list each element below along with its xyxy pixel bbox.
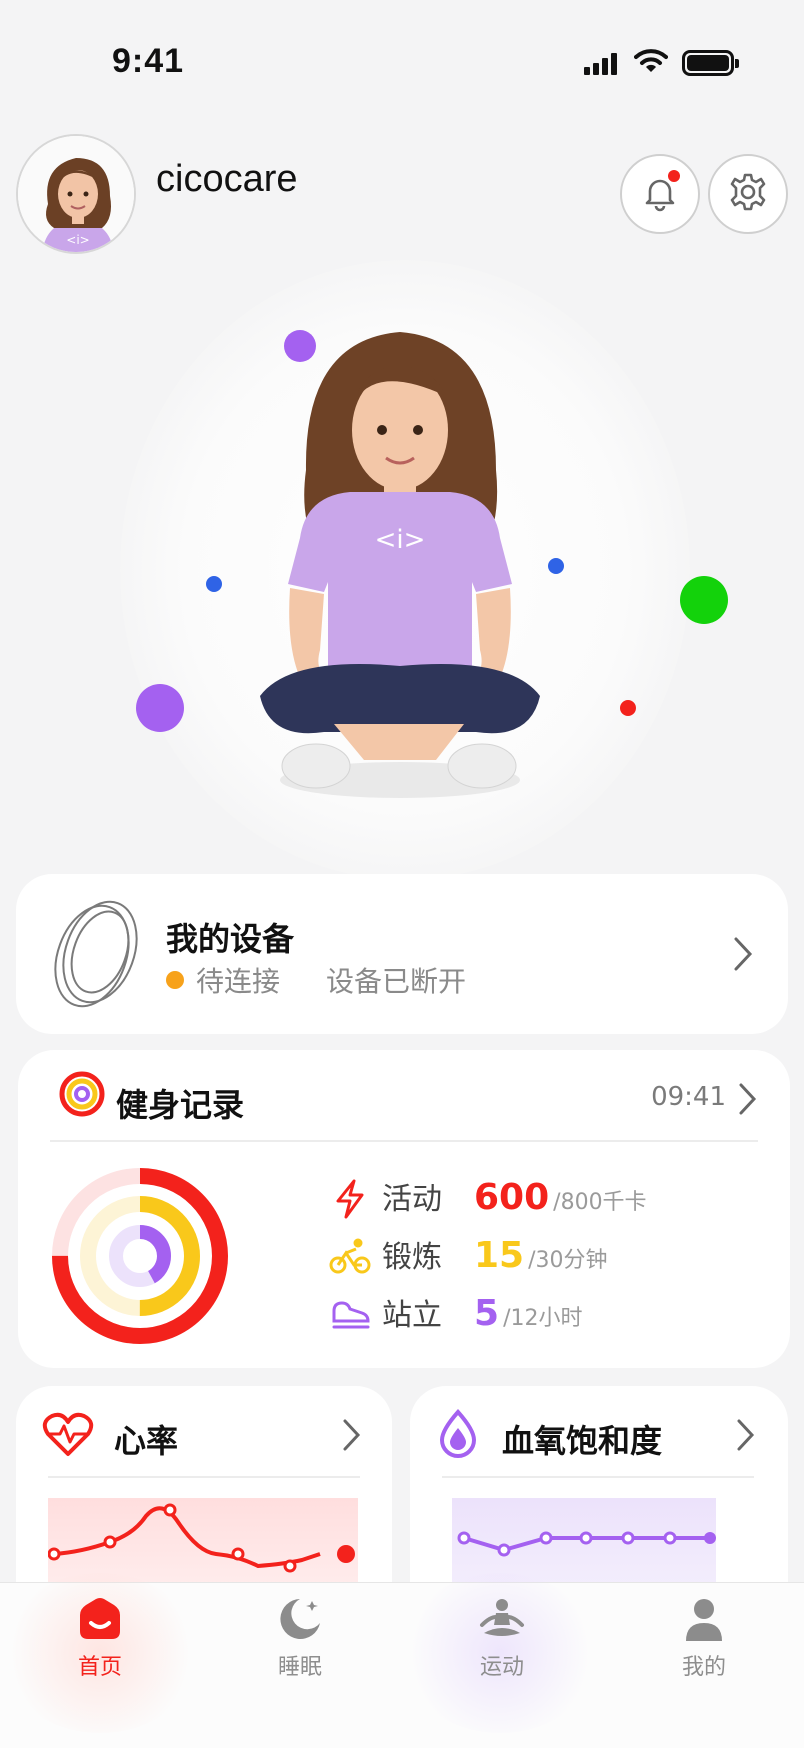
tab-label: 运动 [479,1655,524,1680]
avatar[interactable]: <i> [16,134,136,254]
battery-icon [682,50,739,76]
bicycle-icon [328,1235,372,1279]
chevron-right-icon [738,1082,758,1120]
device-status: 待连接 设备已断开 [166,960,466,1000]
settings-button[interactable] [708,154,788,234]
heart-pulse-icon [42,1410,94,1462]
divider [50,1140,758,1142]
tab-bar: 首页 睡眠 运动 我的 [0,1573,804,1748]
metric-value: 5 [474,1293,500,1334]
username: cicocare [156,158,298,200]
moon-icon [276,1599,324,1645]
device-card[interactable]: 我的设备 待连接 设备已断开 [16,874,788,1034]
activity-rings-chart [52,1168,228,1344]
decor-dot [680,576,728,624]
fitness-title: 健身记录 [116,1086,245,1124]
person-icon [680,1599,728,1645]
profile-header: <i> cicocare [16,134,788,256]
metric-row-activity: 活动 600 /800千卡 [328,1174,647,1224]
lightning-icon [328,1177,372,1221]
device-title: 我的设备 [166,920,295,958]
connection-status: 待连接 [196,965,281,998]
status-time: 9:41 [112,42,185,80]
heart-rate-title: 心率 [114,1422,179,1460]
svg-text:<i>: <i> [66,233,89,247]
metric-label: 活动 [382,1182,442,1217]
signal-icon [584,51,620,75]
tab-sleep[interactable]: 睡眠 [240,1597,360,1681]
divider [442,1476,754,1478]
tab-label: 睡眠 [277,1655,322,1680]
metric-value: 15 [474,1235,525,1276]
tab-profile[interactable]: 我的 [644,1597,764,1681]
chevron-right-icon [732,936,754,976]
home-icon [76,1598,124,1645]
wifi-icon [634,48,668,78]
metric-row-stand: 站立 5 /12小时 [328,1290,582,1340]
activity-rings-icon [58,1070,106,1122]
chevron-right-icon [342,1418,362,1456]
gear-icon [727,171,769,217]
metric-row-exercise: 锻炼 15 /30分钟 [328,1232,608,1282]
metric-unit: /30分钟 [528,1248,608,1273]
metric-unit: /12小时 [503,1306,583,1331]
fitness-time: 09:41 [651,1082,726,1112]
meditation-icon [478,1599,526,1645]
metric-unit: /800千卡 [553,1190,647,1215]
decor-dot [206,576,222,592]
spo2-title: 血氧饱和度 [502,1422,663,1460]
fitness-card[interactable]: 健身记录 09:41 活动 600 /800千卡 锻炼 15 /30分钟 站立 … [18,1050,790,1368]
status-bar: 9:41 [0,0,804,130]
decor-dot [136,684,184,732]
stand-icon [328,1293,372,1337]
hero-illustration: <i> [0,260,804,880]
tab-exercise[interactable]: 运动 [442,1597,562,1681]
metric-label: 站立 [382,1298,442,1333]
metric-label: 锻炼 [382,1240,442,1275]
status-indicator-dot [166,971,184,989]
droplet-icon [436,1408,480,1464]
character-illustration: <i> [260,332,540,798]
tab-label: 我的 [681,1655,726,1680]
tab-home[interactable]: 首页 [40,1597,160,1681]
svg-text:<i>: <i> [375,525,426,555]
status-icons [584,48,739,78]
notification-badge [668,170,680,182]
connection-substatus: 设备已断开 [326,965,467,998]
chevron-right-icon [736,1418,756,1456]
notifications-button[interactable] [620,154,700,234]
metric-value: 600 [474,1177,550,1218]
ring-device-icon [42,896,146,1016]
tab-label: 首页 [77,1655,122,1680]
decor-dot [620,700,636,716]
divider [48,1476,360,1478]
decor-dot [548,558,564,574]
